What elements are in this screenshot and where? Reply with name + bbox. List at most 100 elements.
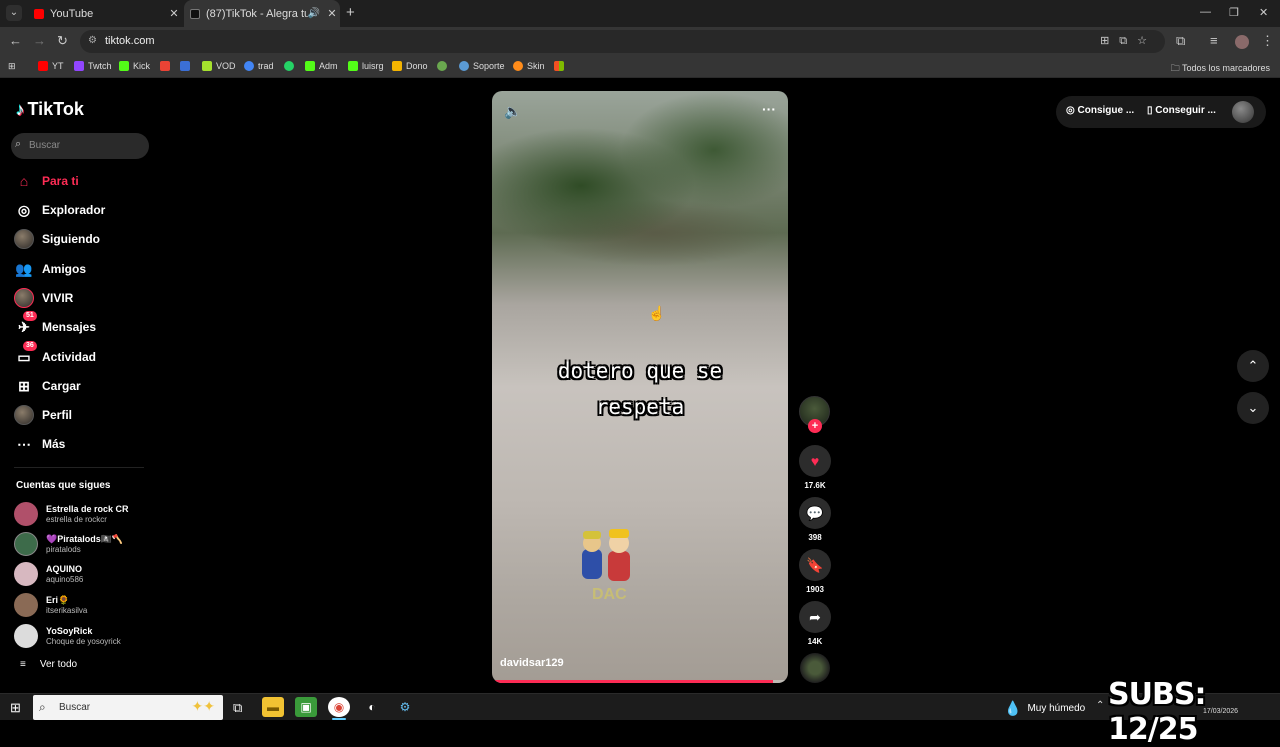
messages-badge: 51: [23, 311, 37, 321]
vod-icon: [202, 61, 212, 71]
activity-badge: 36: [23, 341, 37, 351]
extensions-icon[interactable]: ⧉: [1176, 33, 1185, 49]
music-disc-icon[interactable]: [800, 653, 830, 683]
messages-icon: ✈ 51: [14, 311, 37, 337]
tab-youtube[interactable]: YouTube ✕: [28, 0, 182, 27]
account-item[interactable]: YoSoyRick Choque de yosoyrick: [14, 623, 121, 649]
tab-search-button[interactable]: ⌄: [6, 5, 22, 21]
follow-plus-icon[interactable]: +: [808, 419, 822, 433]
account-item[interactable]: Eri🌻 itserikasilva: [14, 592, 87, 618]
bookmark-microsoft[interactable]: [554, 61, 568, 71]
all-bookmarks[interactable]: 🗀 Todos los marcadores: [1171, 61, 1270, 77]
nav-profile[interactable]: Perfil: [14, 404, 72, 426]
bookmark-adm[interactable]: Adm: [305, 61, 338, 71]
nav-live[interactable]: VIVIR: [14, 287, 73, 309]
account-item[interactable]: 💜Piratalods🏴‍☠️🪓 piratalods: [14, 531, 123, 557]
gmail-icon: [160, 61, 170, 71]
minecraft-icon[interactable]: ▣: [295, 697, 317, 717]
list-icon: ≡: [20, 659, 26, 670]
minimize-icon[interactable]: —: [1200, 6, 1211, 18]
address-bar-actions[interactable]: ⊞⧉☆: [1100, 34, 1157, 48]
windows-taskbar: ⊞ ⌕ Buscar ✦✦ ⧉ ▬ ▣ ◉ ◐ ⚙ 💧 Muy húmedo ⌃…: [0, 693, 1280, 720]
search-input[interactable]: ⌕ Buscar: [11, 133, 149, 159]
profile-avatar[interactable]: [1235, 35, 1249, 49]
bookmark-yt[interactable]: YT: [38, 61, 64, 71]
file-explorer-icon[interactable]: ▬: [262, 697, 284, 717]
address-bar[interactable]: ⚙ tiktok.com ⊞⧉☆: [80, 30, 1165, 53]
close-tab-icon[interactable]: ✕: [324, 7, 340, 20]
taskbar-search[interactable]: ⌕ Buscar ✦✦: [33, 695, 223, 720]
bookmark-kick[interactable]: Kick: [119, 61, 150, 71]
nav-following[interactable]: Siguiendo: [14, 228, 100, 250]
see-all-button[interactable]: ≡ Ver todo: [20, 659, 77, 670]
nav-for-you[interactable]: ⌂ Para ti: [14, 170, 79, 192]
nav-messages[interactable]: ✈ 51 Mensajes: [14, 311, 96, 338]
bookmark-gmail[interactable]: [160, 61, 174, 71]
speaker-icon[interactable]: 🔊: [308, 8, 320, 19]
restore-icon[interactable]: ❐: [1229, 6, 1239, 19]
back-icon[interactable]: ←: [9, 33, 22, 48]
bookmark-green[interactable]: [437, 61, 451, 71]
video-player[interactable]: 🔈 ··· dotero que se respeta DAC davidsar…: [492, 91, 788, 683]
bookmark-soporte[interactable]: Soporte: [459, 61, 505, 71]
obs-icon[interactable]: ◐: [361, 697, 383, 717]
forward-icon[interactable]: →: [33, 33, 46, 48]
bookmark-trad[interactable]: trad: [244, 61, 274, 71]
video-username[interactable]: davidsar129: [500, 657, 564, 669]
save-button[interactable]: 🔖: [799, 549, 831, 581]
subs-overlay: SUBS: 12/25: [1108, 677, 1206, 747]
nav-friends[interactable]: 👥 Amigos: [14, 258, 86, 280]
save-count: 1903: [806, 585, 824, 594]
volume-icon[interactable]: 🔈: [504, 103, 521, 120]
task-view-icon[interactable]: ⧉: [233, 700, 242, 716]
nav-upload[interactable]: ⊞ Cargar: [14, 375, 81, 397]
new-tab-button[interactable]: +: [346, 5, 355, 21]
video-progress-bar[interactable]: [492, 680, 788, 683]
windows-start-icon[interactable]: ⊞: [10, 700, 21, 716]
close-window-icon[interactable]: ✕: [1259, 6, 1268, 19]
mouse-cursor-icon: ☝: [648, 305, 666, 321]
get-coins-button[interactable]: ◎ Consigue ...: [1066, 105, 1134, 116]
user-avatar[interactable]: [1232, 101, 1254, 123]
weather-widget[interactable]: 💧 Muy húmedo: [1004, 700, 1085, 717]
like-button[interactable]: ♥: [799, 445, 831, 477]
get-app-button[interactable]: ▯ Conseguir ...: [1147, 105, 1216, 116]
tiktok-page: ♪ TikTok ⌕ Buscar ⌂ Para ti ◎ Explorador S…: [0, 79, 1280, 693]
account-item[interactable]: AQUINO aquino586: [14, 561, 83, 587]
url-text[interactable]: tiktok.com: [105, 35, 155, 47]
bookmark-luisrg[interactable]: luisrg: [348, 61, 384, 71]
tab-tiktok[interactable]: (87)TikTok - Alegra tu día 🔊 ✕: [184, 0, 340, 27]
previous-video-button[interactable]: ⌃: [1237, 350, 1269, 382]
close-tab-icon[interactable]: ✕: [166, 7, 182, 20]
kick-icon: [119, 61, 129, 71]
site-info-icon[interactable]: ⚙: [88, 35, 97, 46]
share-button[interactable]: ➦: [799, 601, 831, 633]
menu-icon[interactable]: ⋮: [1261, 33, 1274, 49]
bookmark-dono[interactable]: Dono: [392, 61, 428, 71]
nav-explore[interactable]: ◎ Explorador: [14, 199, 105, 221]
tiktok-logo[interactable]: ♪ TikTok: [16, 99, 84, 120]
upload-icon: ⊞: [18, 377, 30, 394]
bookmark-whatsapp[interactable]: [284, 61, 298, 71]
system-tray-chevron-icon[interactable]: ⌃: [1096, 700, 1104, 711]
comment-button[interactable]: 💬: [799, 497, 831, 529]
bookmark-blue[interactable]: [180, 61, 194, 71]
steam-icon[interactable]: ⚙: [394, 697, 416, 717]
bookmark-twitch[interactable]: Twtch: [74, 61, 112, 71]
bookmark-skin[interactable]: Skin: [513, 61, 545, 71]
skin-icon: [513, 61, 523, 71]
media-icon[interactable]: ≡: [1210, 33, 1218, 48]
nav-more[interactable]: ⋯ Más: [14, 433, 65, 455]
nav-activity[interactable]: ▭ 36 Actividad: [14, 341, 96, 368]
heart-icon: ♥: [810, 453, 820, 469]
account-item[interactable]: Estrella de rock CR estrella de rockcr: [14, 501, 129, 527]
activity-icon: ▭ 36: [14, 341, 37, 367]
bookmarks-bar: ⊞ YT Twtch Kick VOD trad Adm luisrg Dono…: [0, 56, 1280, 78]
apps-icon[interactable]: ⊞: [8, 61, 16, 72]
chrome-icon[interactable]: ◉: [328, 697, 350, 717]
reload-icon[interactable]: ↻: [57, 33, 68, 49]
next-video-button[interactable]: ⌄: [1237, 392, 1269, 424]
more-options-icon[interactable]: ···: [762, 101, 776, 117]
twitch-icon: [74, 61, 84, 71]
bookmark-vod[interactable]: VOD: [202, 61, 236, 71]
